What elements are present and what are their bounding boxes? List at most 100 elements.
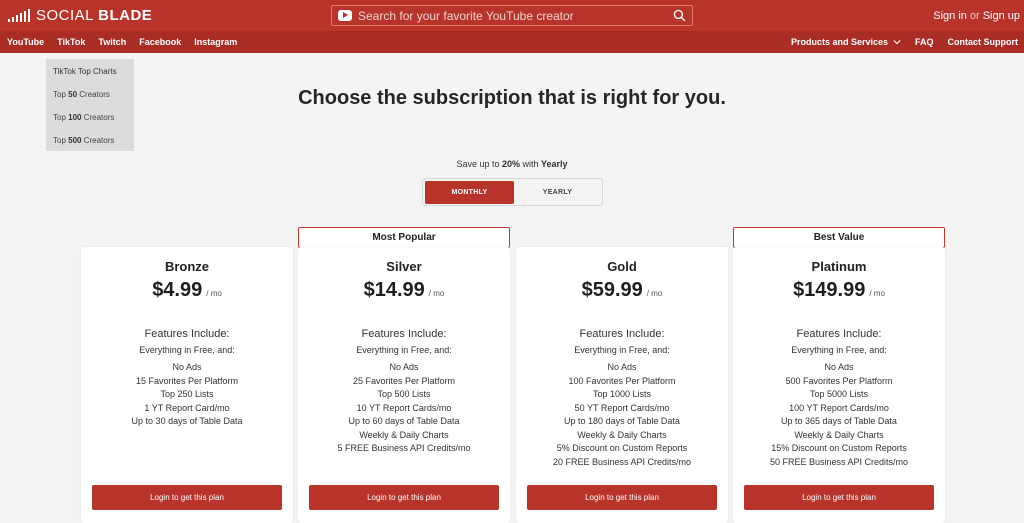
feature-item: 20 FREE Business API Credits/mo [552,456,692,467]
dropdown-item-number: 500 [68,136,82,145]
feature-item: Up to 180 days of Table Data [564,416,680,426]
features-subheading: Everything in Free, and: [791,345,887,355]
login-plan-button-platinum[interactable]: Login to get this plan [744,485,934,510]
nav-instagram[interactable]: Instagram [194,37,237,47]
dropdown-item-suffix: Creators [81,113,115,122]
plan-price: $149.99 [793,279,866,301]
features-heading: Features Include: [796,328,882,340]
sign-up-link[interactable]: Sign up [983,10,1020,22]
feature-item: Weekly & Daily Charts [359,429,449,440]
price-period: / mo [646,289,663,298]
feature-item: Weekly & Daily Charts [577,429,667,440]
feature-item: 50 YT Report Cards/mo [574,402,670,413]
feature-list: No Ads 100 Favorites Per Platform Top 10… [516,361,728,469]
nav-contact-support[interactable]: Contact Support [948,37,1019,47]
nav-twitch[interactable]: Twitch [98,37,126,47]
brand-name: SOCIAL BLADE [36,7,152,24]
brand-name-bold: BLADE [98,6,153,24]
dropdown-item-prefix: Top [53,136,69,145]
page-title: Choose the subscription that is right fo… [298,87,726,109]
features-subheading: Everything in Free, and: [356,345,452,355]
feature-item: Up to 365 days of Table Data [781,416,897,426]
dropdown-item-top-500[interactable]: Top 500 Creators [53,136,114,145]
feature-item: Top 1000 Lists [592,389,652,399]
dropdown-item-top-charts[interactable]: TikTok Top Charts [53,67,117,76]
search-input[interactable] [358,7,658,24]
plan-card-gold: Gold $59.99/ mo Features Include: Everyt… [516,247,728,523]
feature-item: 5 FREE Business API Credits/mo [337,443,471,453]
features-heading: Features Include: [144,328,230,340]
feature-item: 10 YT Report Cards/mo [356,402,452,413]
dropdown-item-prefix: Top [53,113,69,122]
feature-item: No Ads [824,362,854,372]
monthly-toggle-button[interactable]: MONTHLY [425,181,514,204]
plan-price-row: $59.99/ mo [516,279,728,302]
feature-list: No Ads 25 Favorites Per Platform Top 500… [298,361,510,456]
brand-name-light: SOCIAL [36,6,99,24]
feature-item: 500 Favorites Per Platform [785,375,893,386]
yearly-savings-note: Save up to 20% with Yearly [0,159,1024,169]
feature-item: 15 Favorites Per Platform [135,375,239,386]
features-heading: Features Include: [361,328,447,340]
nav-faq[interactable]: FAQ [915,37,934,47]
plan-card-platinum: Platinum $149.99/ mo Features Include: E… [733,247,945,523]
price-period: / mo [206,289,222,298]
auth-separator: or [969,10,980,22]
feature-item: 15% Discount on Custom Reports [771,443,907,453]
platform-nav: YouTube TikTok Twitch Facebook Instagram [7,37,237,47]
feature-item: 1 YT Report Card/mo [144,402,230,413]
save-note-period: Yearly [541,159,568,169]
site-logo[interactable]: SOCIAL BLADE [8,6,152,24]
feature-item: Top 500 Lists [377,389,431,399]
feature-item: 25 Favorites Per Platform [352,375,456,386]
plan-name: Platinum [811,259,867,274]
plan-price-row: $4.99/ mo [81,279,293,302]
feature-item: 100 Favorites Per Platform [568,375,676,386]
feature-item: Up to 30 days of Table Data [131,416,243,426]
feature-item: Top 250 Lists [160,389,214,399]
plan-price: $4.99 [152,279,203,301]
yearly-toggle-button[interactable]: YEARLY [514,181,601,204]
search-bar [331,5,693,26]
feature-list: No Ads 15 Favorites Per Platform Top 250… [81,361,293,429]
feature-item: Top 5000 Lists [809,389,869,399]
auth-links: Sign in or Sign up [933,10,1020,22]
chevron-down-icon [893,40,901,45]
nav-products-services[interactable]: Products and Services [791,37,901,47]
nav-youtube[interactable]: YouTube [7,37,44,47]
dropdown-item-number: 100 [68,113,82,122]
login-plan-button-gold[interactable]: Login to get this plan [527,485,717,510]
login-plan-button-silver[interactable]: Login to get this plan [309,485,499,510]
price-period: / mo [869,289,885,298]
plan-price: $14.99 [363,279,425,301]
feature-item: 100 YT Report Cards/mo [789,402,889,413]
feature-item: 50 FREE Business API Credits/mo [769,456,909,467]
feature-item: 5% Discount on Custom Reports [556,443,688,453]
plan-price: $59.99 [581,279,643,301]
save-note-prefix: Save up to [456,159,502,169]
nav-bar: YouTube TikTok Twitch Facebook Instagram… [0,31,1024,53]
secondary-nav: Products and Services FAQ Contact Suppor… [791,37,1018,47]
login-plan-button-bronze[interactable]: Login to get this plan [92,485,282,510]
plan-name: Bronze [164,259,210,274]
plan-card-bronze: Bronze $4.99/ mo Features Include: Every… [81,247,293,523]
best-value-badge: Best Value [733,227,945,248]
plan-name: Gold [607,259,637,274]
feature-item: Up to 60 days of Table Data [348,416,460,426]
magnifier-icon[interactable] [673,9,686,22]
plan-price-row: $14.99/ mo [298,279,510,302]
nav-facebook[interactable]: Facebook [139,37,181,47]
plan-name: Silver [386,259,422,274]
nav-tiktok[interactable]: TikTok [57,37,85,47]
plan-price-row: $149.99/ mo [733,279,945,302]
price-period: / mo [428,289,445,298]
feature-list: No Ads 500 Favorites Per Platform Top 50… [733,361,945,469]
sign-in-link[interactable]: Sign in [933,10,967,22]
features-subheading: Everything in Free, and: [574,345,670,355]
top-header: SOCIAL BLADE Sign inorSign up [0,0,1024,31]
save-note-mid: with [520,159,542,169]
youtube-play-icon[interactable] [338,10,352,21]
feature-item: Weekly & Daily Charts [794,429,884,440]
nav-products-label: Products and Services [790,37,888,47]
dropdown-item-top-100[interactable]: Top 100 Creators [53,113,114,122]
